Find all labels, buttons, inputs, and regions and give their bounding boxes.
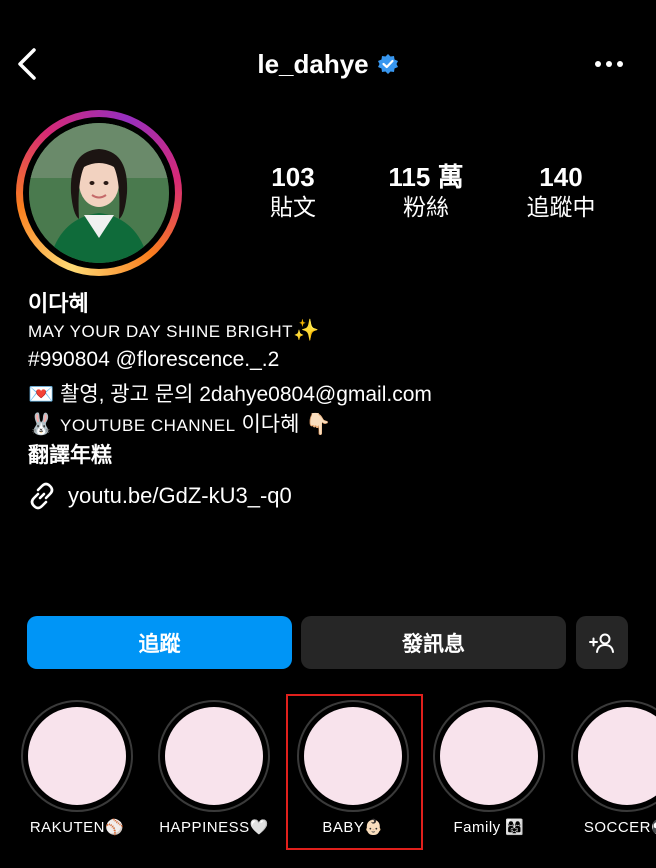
highlight-label: Family 👩‍👩‍👧 xyxy=(453,819,525,836)
avatar-photo xyxy=(29,123,169,263)
highlight-cover xyxy=(571,700,656,812)
highlight-cover xyxy=(21,700,133,812)
bio-line-3: 💌 촬영, 광고 문의 2dahye0804@gmail.com xyxy=(28,383,432,406)
profile-name: 이다혜 xyxy=(28,291,89,316)
highlight-label: RAKUTEN⚾️ xyxy=(29,819,125,836)
link-icon xyxy=(30,482,54,510)
highlight-rakuten[interactable]: RAKUTEN⚾️ xyxy=(12,700,142,836)
highlight-soccer[interactable]: SOCCER⚽ xyxy=(562,700,656,860)
highlight-label: HAPPINESS🤍 xyxy=(159,819,269,836)
highlight-label: SOCCER⚽ xyxy=(583,819,656,836)
selection-box xyxy=(286,694,423,850)
highlight-cover xyxy=(433,700,545,812)
following-label: 追蹤中 xyxy=(526,194,596,220)
bio-line-4: 🐰 YOUTUBE CHANNEL 이다혜 👇🏻 xyxy=(28,413,332,436)
bio-line-1: MAY YOUR DAY SHINE BRIGHT✨ xyxy=(28,319,320,342)
follow-button[interactable]: 追蹤 xyxy=(27,616,292,669)
rabbit-icon: 🐰 xyxy=(28,413,55,436)
translate-link[interactable]: 翻譯年糕 xyxy=(28,439,112,469)
profile-avatar[interactable] xyxy=(16,110,182,276)
followers-label: 粉絲 xyxy=(403,194,449,220)
following-stat[interactable]: 140 追蹤中 xyxy=(506,162,616,222)
profile-header: le_dahye xyxy=(0,44,656,84)
highlight-family[interactable]: Family 👩‍👩‍👧 xyxy=(424,700,554,836)
more-horizontal-icon xyxy=(595,61,623,67)
highlight-cover xyxy=(158,700,270,812)
suggested-users-button[interactable] xyxy=(576,616,628,669)
bio-line-2[interactable]: #990804 @florescence._.2 xyxy=(28,348,279,372)
message-button[interactable]: 發訊息 xyxy=(301,616,566,669)
link-text: youtu.be/GdZ-kU3_-q0 xyxy=(68,483,292,508)
verified-badge-icon xyxy=(377,54,398,74)
followers-count: 115 萬 xyxy=(388,162,464,192)
profile-link[interactable]: youtu.be/GdZ-kU3_-q0 xyxy=(26,480,292,512)
following-count: 140 xyxy=(539,162,583,192)
posts-stat: 103 貼文 xyxy=(243,162,343,222)
posts-count: 103 xyxy=(271,162,315,192)
more-options-button[interactable] xyxy=(588,50,632,78)
love-letter-icon: 💌 xyxy=(28,383,55,406)
sparkles-icon: ✨ xyxy=(293,319,320,342)
highlight-happiness[interactable]: HAPPINESS🤍 xyxy=(149,700,279,836)
posts-label: 貼文 xyxy=(270,194,316,220)
add-user-icon xyxy=(589,633,614,653)
username-title: le_dahye xyxy=(257,48,369,79)
followers-stat[interactable]: 115 萬 粉絲 xyxy=(366,162,486,222)
pointing-down-icon: 👇🏻 xyxy=(305,413,332,436)
